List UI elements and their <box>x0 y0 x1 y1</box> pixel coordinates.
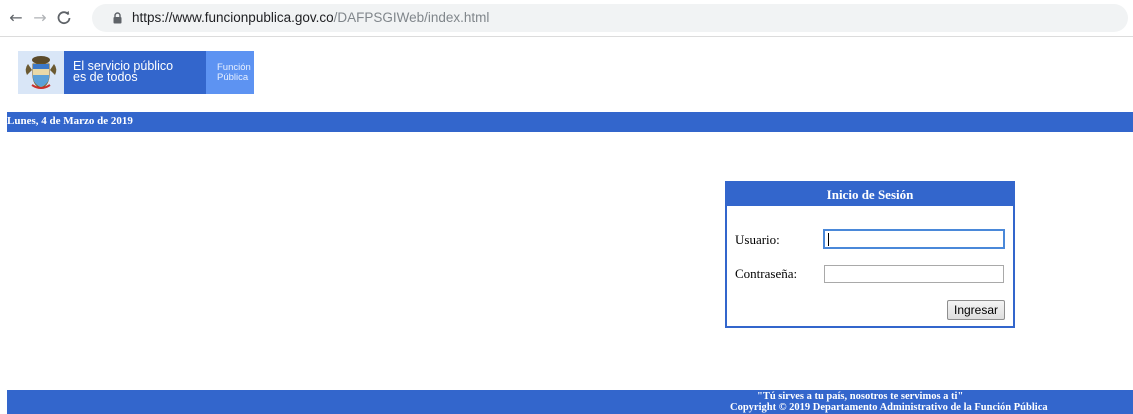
username-input[interactable] <box>824 230 1004 248</box>
footer-copyright: Copyright © 2019 Departamento Administra… <box>730 402 1048 413</box>
login-button[interactable]: Ingresar <box>947 300 1005 320</box>
brand-slogan-line2: es de todos <box>73 70 138 84</box>
lock-icon <box>113 12 122 24</box>
password-label: Contraseña: <box>735 266 798 281</box>
login-panel: Inicio de Sesión Usuario: Contraseña: In… <box>725 181 1015 328</box>
brand-logo[interactable]: El servicio público es de todos Función … <box>18 51 254 94</box>
back-arrow-icon[interactable]: ← <box>5 7 27 29</box>
date-bar: Lunes, 4 de Marzo de 2019 <box>7 112 1133 132</box>
coat-of-arms-icon <box>18 51 64 94</box>
brand-entity-name: Función Pública <box>217 63 251 82</box>
password-input[interactable] <box>824 265 1004 283</box>
footer: "Tú sirves a tu país, nosotros te servim… <box>7 390 1133 414</box>
text-caret <box>828 233 829 246</box>
current-date: Lunes, 4 de Marzo de 2019 <box>7 115 133 127</box>
reload-icon[interactable] <box>53 7 75 29</box>
url-path: /DAFPSGIWeb/index.html <box>333 10 490 25</box>
brand-slogan: El servicio público es de todos <box>73 60 173 84</box>
login-title: Inicio de Sesión <box>727 183 1013 206</box>
address-url: https://www.funcionpublica.gov.co/DAFPSG… <box>132 10 489 25</box>
browser-toolbar: ← → https://www.funcionpublica.gov.co/DA… <box>0 0 1133 37</box>
brand-entity-block: Función Pública <box>206 51 254 94</box>
username-label: Usuario: <box>735 232 780 247</box>
url-host: https://www.funcionpublica.gov.co <box>132 10 334 25</box>
brand-slogan-block: El servicio público es de todos <box>64 51 206 94</box>
brand-entity-line2: Pública <box>217 71 249 83</box>
address-bar[interactable]: https://www.funcionpublica.gov.co/DAFPSG… <box>92 4 1128 32</box>
footer-motto: "Tú sirves a tu país, nosotros te servim… <box>757 391 964 402</box>
forward-arrow-icon[interactable]: → <box>29 7 51 29</box>
